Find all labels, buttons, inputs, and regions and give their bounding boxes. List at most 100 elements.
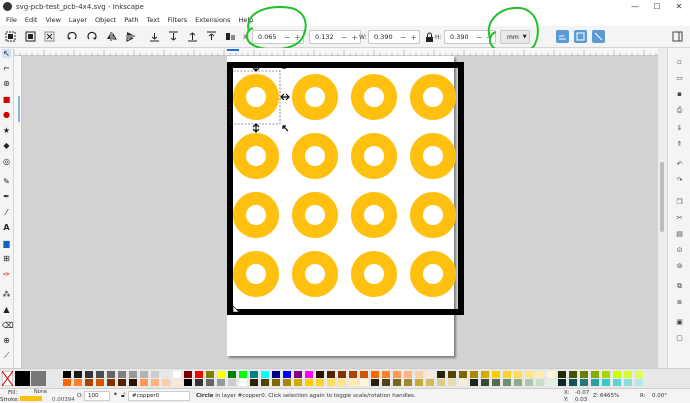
mesh-tool-icon[interactable]: ⊞ — [2, 254, 11, 263]
menu-layer[interactable]: Layer — [65, 16, 91, 24]
select-all-icon[interactable] — [5, 31, 16, 42]
horizontal-ruler[interactable] — [13, 48, 658, 56]
undo-icon[interactable]: ↶ — [675, 160, 684, 169]
color-swatch[interactable] — [382, 379, 390, 386]
color-swatch[interactable] — [250, 371, 258, 378]
color-swatch[interactable] — [360, 379, 368, 386]
width-value[interactable]: 0.390 — [369, 33, 398, 41]
node-tool-icon[interactable]: ⌐ — [2, 64, 11, 73]
select-all-layers-icon[interactable] — [25, 31, 36, 42]
color-swatch[interactable] — [217, 379, 225, 386]
color-swatch[interactable] — [261, 379, 269, 386]
color-swatch[interactable] — [162, 371, 170, 378]
color-swatch[interactable] — [107, 379, 115, 386]
measure-tool-icon[interactable]: ⟋ — [2, 351, 11, 360]
raise-to-top-icon[interactable] — [206, 31, 217, 42]
color-swatch[interactable] — [294, 379, 302, 386]
rotate-ccw-icon[interactable] — [67, 31, 78, 42]
color-swatch[interactable] — [558, 379, 566, 386]
color-swatch[interactable] — [569, 379, 577, 386]
stroke-width-value[interactable]: 0.00394 — [52, 397, 75, 403]
color-swatch[interactable] — [74, 379, 82, 386]
color-swatch[interactable] — [85, 371, 93, 378]
color-swatch[interactable] — [250, 379, 258, 386]
color-swatch[interactable] — [283, 379, 291, 386]
color-swatch[interactable] — [514, 379, 522, 386]
color-swatch[interactable] — [481, 379, 489, 386]
lock-icon[interactable] — [424, 32, 435, 43]
color-swatch[interactable] — [371, 371, 379, 378]
color-swatch[interactable] — [261, 371, 269, 378]
copy-icon[interactable]: ❐ — [675, 198, 684, 207]
color-swatch[interactable] — [415, 379, 423, 386]
flip-horizontal-icon[interactable] — [106, 31, 117, 42]
color-swatch[interactable] — [316, 379, 324, 386]
color-swatch[interactable] — [459, 371, 467, 378]
color-swatch[interactable] — [591, 371, 599, 378]
color-swatch[interactable] — [536, 371, 544, 378]
drawing-canvas[interactable] — [22, 56, 658, 368]
menu-view[interactable]: View — [41, 16, 64, 24]
eraser-tool-icon[interactable]: ⌫ — [2, 321, 13, 330]
color-swatch[interactable] — [327, 371, 335, 378]
color-swatch[interactable] — [96, 371, 104, 378]
color-swatch[interactable] — [514, 371, 522, 378]
color-swatch[interactable] — [118, 379, 126, 386]
color-swatch[interactable] — [470, 371, 478, 378]
color-swatch[interactable] — [283, 371, 291, 378]
color-swatch[interactable] — [85, 379, 93, 386]
color-swatch[interactable] — [448, 371, 456, 378]
color-swatch[interactable] — [338, 379, 346, 386]
rectangle-tool-icon[interactable]: ■ — [2, 95, 11, 104]
color-swatch[interactable] — [459, 379, 467, 386]
height-value[interactable]: 0.390 — [445, 33, 474, 41]
color-swatch[interactable] — [371, 379, 379, 386]
color-swatch[interactable] — [426, 371, 434, 378]
color-swatch[interactable] — [184, 371, 192, 378]
opacity-value[interactable]: 100 — [88, 393, 99, 399]
group-icon[interactable]: ▣ — [675, 318, 684, 327]
menu-file[interactable]: File — [2, 16, 21, 24]
redo-icon[interactable]: ↷ — [675, 176, 684, 185]
calligraphy-tool-icon[interactable]: ⁄ — [2, 208, 11, 217]
color-swatch[interactable] — [382, 371, 390, 378]
close-button[interactable]: ✕ — [668, 0, 690, 13]
color-swatch[interactable] — [547, 379, 555, 386]
lower-to-bottom-icon[interactable] — [149, 31, 160, 42]
y-coordinate-field[interactable]: 0.132 − + — [309, 30, 361, 44]
color-swatch[interactable] — [503, 379, 511, 386]
scale-corners-icon[interactable] — [574, 30, 587, 43]
color-swatch[interactable] — [206, 371, 214, 378]
menu-edit[interactable]: Edit — [21, 16, 42, 24]
color-swatch[interactable] — [591, 379, 599, 386]
spray-tool-icon[interactable]: ⁂ — [2, 290, 11, 299]
color-swatch[interactable] — [635, 379, 643, 386]
color-swatch[interactable] — [305, 379, 313, 386]
commands-bar-toggle-icon[interactable] — [672, 31, 683, 42]
spiral-tool-icon[interactable]: ◎ — [2, 157, 11, 166]
tweak-tool-icon[interactable]: ⊛ — [2, 79, 11, 88]
deselect-icon[interactable] — [44, 31, 55, 42]
color-swatch[interactable] — [437, 379, 445, 386]
color-swatch[interactable] — [63, 379, 71, 386]
color-swatch[interactable] — [481, 371, 489, 378]
zoom-drawing-icon[interactable]: ⊚ — [675, 262, 684, 271]
rotation-value[interactable]: 0.00° — [652, 393, 667, 399]
menu-extensions[interactable]: Extensions — [191, 16, 234, 24]
color-swatch[interactable] — [437, 371, 445, 378]
color-swatch[interactable] — [140, 371, 148, 378]
color-swatch[interactable] — [349, 371, 357, 378]
star-tool-icon[interactable]: ★ — [2, 126, 11, 135]
color-swatch[interactable] — [272, 371, 280, 378]
vertical-ruler[interactable] — [14, 56, 22, 368]
color-swatch[interactable] — [393, 379, 401, 386]
color-swatch[interactable] — [217, 371, 225, 378]
color-swatch[interactable] — [602, 371, 610, 378]
save-icon[interactable]: ▪ — [675, 90, 684, 99]
color-swatch[interactable] — [173, 379, 181, 386]
color-swatch[interactable] — [305, 371, 313, 378]
width-increment-button[interactable]: + — [408, 33, 419, 42]
color-swatch[interactable] — [74, 371, 82, 378]
color-swatch[interactable] — [129, 379, 137, 386]
color-swatch[interactable] — [184, 379, 192, 386]
